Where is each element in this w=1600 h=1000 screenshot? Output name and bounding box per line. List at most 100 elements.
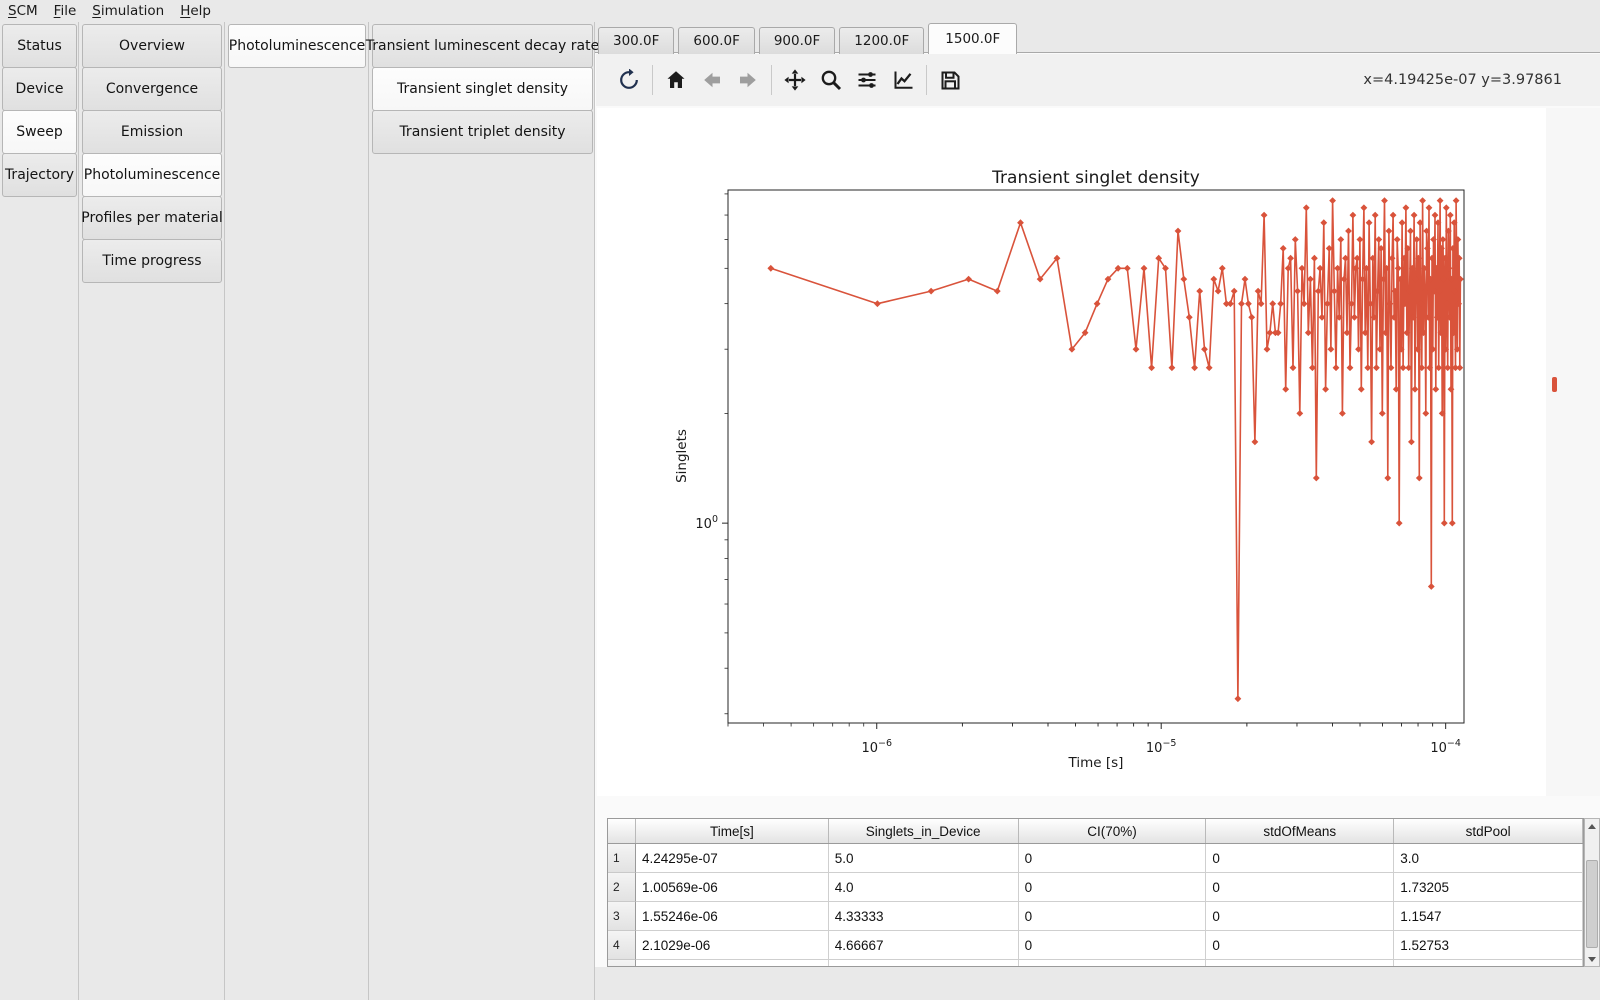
save-button[interactable] xyxy=(935,63,965,97)
scrollbar-down-button[interactable] xyxy=(1585,952,1599,966)
tab-300.0f[interactable]: 300.0F xyxy=(598,27,674,54)
sidebar-item-photoluminescence[interactable]: Photoluminescence xyxy=(82,153,222,197)
table-cell[interactable]: 4.33333 xyxy=(829,960,1019,967)
row-number[interactable]: 5 xyxy=(608,960,636,967)
sidebar-item-convergence[interactable]: Convergence xyxy=(82,67,222,111)
sidebar-item-profiles-per-material[interactable]: Profiles per material xyxy=(82,196,222,240)
sidebar-item-time-progress[interactable]: Time progress xyxy=(82,239,222,283)
tab-900.0f[interactable]: 900.0F xyxy=(759,27,835,54)
table-cell[interactable]: 0 xyxy=(1206,873,1394,902)
row-number[interactable]: 4 xyxy=(608,931,636,960)
scrollbar-up-button[interactable] xyxy=(1585,819,1599,833)
save-icon xyxy=(939,69,961,91)
table-cell[interactable]: 0 xyxy=(1019,931,1207,960)
table-cell[interactable]: 0 xyxy=(1019,902,1207,931)
sidebar-item-status[interactable]: Status xyxy=(2,24,77,68)
toolbar-separator xyxy=(771,65,772,95)
table-row: 52.49114e-064.33333001.29099 xyxy=(608,960,1583,967)
forward-button[interactable] xyxy=(733,63,763,97)
divider xyxy=(224,22,225,1000)
table-cell[interactable]: 1.73205 xyxy=(1394,873,1583,902)
row-number[interactable]: 3 xyxy=(608,902,636,931)
pan-button[interactable] xyxy=(780,63,810,97)
sidebar-item-overview[interactable]: Overview xyxy=(82,24,222,68)
magnifier-icon xyxy=(820,69,842,91)
home-icon xyxy=(665,69,687,91)
data-table: Time[s]Singlets_in_DeviceCI(70%)stdOfMea… xyxy=(607,818,1584,967)
sidebar-item-transient-triplet-density[interactable]: Transient triplet density xyxy=(372,110,593,154)
refresh-button[interactable] xyxy=(614,63,644,97)
table-cell[interactable]: 2.1029e-06 xyxy=(636,931,829,960)
svg-text:Singlets: Singlets xyxy=(674,429,690,483)
tab-600.0f[interactable]: 600.0F xyxy=(678,27,754,54)
plot-toolbar: x=4.19425e-07 y=3.97861 xyxy=(596,54,1600,106)
table-cell[interactable]: 0 xyxy=(1019,873,1207,902)
table-cell[interactable]: 0 xyxy=(1019,960,1207,967)
plot-side-gutter xyxy=(1546,108,1600,796)
scrollbar-thumb[interactable] xyxy=(1586,860,1598,948)
sidebar-item-emission[interactable]: Emission xyxy=(82,110,222,154)
sidebar-item-transient-luminescent-decay-rate[interactable]: Transient luminescent decay rate xyxy=(372,24,593,68)
menu-file[interactable]: File xyxy=(54,3,77,19)
table-cell[interactable]: 3.0 xyxy=(1394,844,1583,873)
table-row: 21.00569e-064.0001.73205 xyxy=(608,873,1583,902)
forward-arrow-icon xyxy=(737,69,759,91)
table-corner-header xyxy=(608,819,636,843)
zoom-button[interactable] xyxy=(816,63,846,97)
table-cell[interactable]: 0 xyxy=(1206,902,1394,931)
table-cell[interactable]: 1.1547 xyxy=(1394,902,1583,931)
sidebar-item-trajectory[interactable]: Trajectory xyxy=(2,153,77,197)
back-button[interactable] xyxy=(697,63,727,97)
table-cell[interactable]: 4.0 xyxy=(829,873,1019,902)
sidebar-item-sweep[interactable]: Sweep xyxy=(2,110,77,154)
menu-simulation[interactable]: Simulation xyxy=(92,3,164,19)
menu-scm[interactable]: SCM xyxy=(8,3,38,19)
table-row: 42.1029e-064.66667001.52753 xyxy=(608,931,1583,960)
row-number[interactable]: 1 xyxy=(608,844,636,873)
menu-bar: SCM File Simulation Help xyxy=(0,0,1600,22)
column-header-stdofmeans[interactable]: stdOfMeans xyxy=(1206,819,1394,843)
bottom-filler xyxy=(595,967,1600,1000)
up-arrow-icon xyxy=(1588,824,1596,829)
sliders-icon xyxy=(856,69,878,91)
table-cell[interactable]: 4.33333 xyxy=(829,902,1019,931)
table-cell[interactable]: 4.24295e-07 xyxy=(636,844,829,873)
divider xyxy=(78,22,79,1000)
table-cell[interactable]: 4.66667 xyxy=(829,931,1019,960)
column-header-stdpool[interactable]: stdPool xyxy=(1394,819,1583,843)
home-button[interactable] xyxy=(661,63,691,97)
column-header-singlets-in-device[interactable]: Singlets_in_Device xyxy=(829,819,1019,843)
cursor-readout: x=4.19425e-07 y=3.97861 xyxy=(1363,54,1562,106)
pan-icon xyxy=(784,69,806,91)
tab-1200.0f[interactable]: 1200.0F xyxy=(839,27,924,54)
sidebar-item-photoluminescence[interactable]: Photoluminescence xyxy=(228,24,366,68)
plot-options-button[interactable] xyxy=(888,63,918,97)
table-cell[interactable]: 1.55246e-06 xyxy=(636,902,829,931)
sweep-tab-bar: 300.0F600.0F900.0F1200.0F1500.0F xyxy=(598,22,1021,54)
gutter-marker xyxy=(1552,377,1557,392)
table-cell[interactable]: 5.0 xyxy=(829,844,1019,873)
column-header-ci-70-[interactable]: CI(70%) xyxy=(1019,819,1207,843)
table-cell[interactable]: 1.29099 xyxy=(1394,960,1583,967)
column-header-time-s-[interactable]: Time[s] xyxy=(636,819,829,843)
back-arrow-icon xyxy=(701,69,723,91)
divider xyxy=(368,22,369,1000)
sidebar-item-device[interactable]: Device xyxy=(2,67,77,111)
table-cell[interactable]: 0 xyxy=(1206,931,1394,960)
tab-1500.0f[interactable]: 1500.0F xyxy=(928,23,1017,54)
sidebar-item-transient-singlet-density[interactable]: Transient singlet density xyxy=(372,67,593,111)
table-cell[interactable]: 0 xyxy=(1206,844,1394,873)
table-cell[interactable]: 1.00569e-06 xyxy=(636,873,829,902)
row-number[interactable]: 2 xyxy=(608,873,636,902)
toolbar-separator xyxy=(926,65,927,95)
refresh-icon xyxy=(618,69,640,91)
table-cell[interactable]: 2.49114e-06 xyxy=(636,960,829,967)
sliders-button[interactable] xyxy=(852,63,882,97)
table-cell[interactable]: 0 xyxy=(1206,960,1394,967)
line-chart-icon xyxy=(892,69,914,91)
transient-singlet-density-plot[interactable]: Transient singlet densityTime [s]Singlet… xyxy=(597,108,1546,796)
table-cell[interactable]: 0 xyxy=(1019,844,1207,873)
menu-help[interactable]: Help xyxy=(180,3,211,19)
table-header-row: Time[s]Singlets_in_DeviceCI(70%)stdOfMea… xyxy=(608,819,1583,844)
table-cell[interactable]: 1.52753 xyxy=(1394,931,1583,960)
